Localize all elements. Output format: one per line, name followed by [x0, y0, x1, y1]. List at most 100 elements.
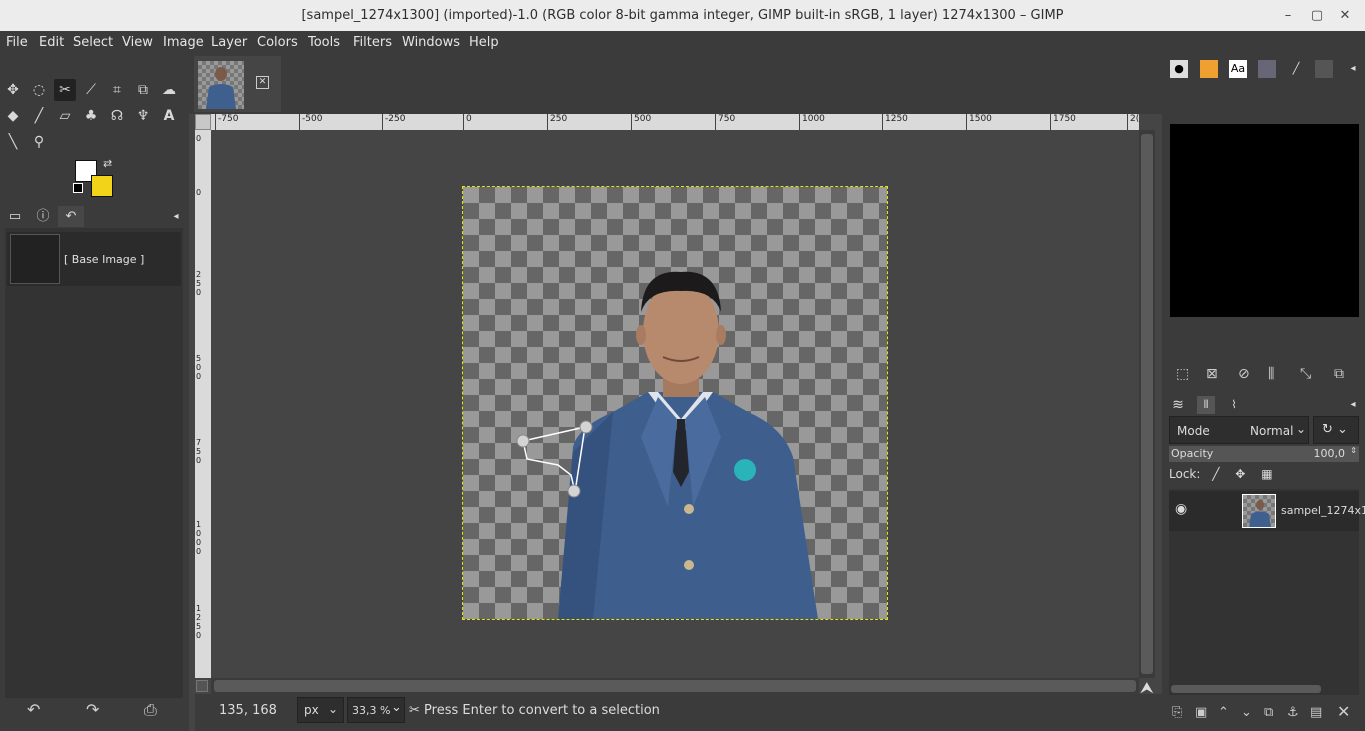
layers-scrollbar[interactable]: [1169, 683, 1359, 695]
menu-windows[interactable]: Windows: [402, 35, 460, 50]
layer-mode-select[interactable]: Mode Normal ⌄: [1169, 416, 1309, 444]
menu-filters[interactable]: Filters: [353, 35, 392, 50]
undo-history-tab-icon[interactable]: ↶: [58, 206, 84, 227]
image-layer[interactable]: [462, 186, 888, 620]
status-message-text: Press Enter to convert to a selection: [424, 703, 660, 718]
paint-dynamics-tab-icon[interactable]: ╱: [1287, 60, 1305, 78]
bucket-fill-icon[interactable]: ◆: [2, 105, 24, 127]
duplicate-layer-icon[interactable]: ⧉: [1264, 705, 1273, 720]
clone-icon[interactable]: ♣: [80, 105, 102, 127]
chevron-down-icon: ⌄: [1337, 422, 1348, 437]
undo-icon[interactable]: ↶: [27, 700, 40, 719]
delete-layer-icon[interactable]: ✕: [1337, 702, 1350, 721]
menu-image[interactable]: Image: [163, 35, 204, 50]
layer-mask-icon[interactable]: ▤: [1310, 705, 1322, 720]
vertical-scrollbar[interactable]: [1139, 130, 1155, 678]
zoom-out-nav-icon[interactable]: ⬚: [1176, 366, 1189, 382]
scissors-select-icon[interactable]: ✂: [54, 79, 76, 101]
fuzzy-select-icon[interactable]: ⟋: [80, 79, 102, 101]
new-layer-icon[interactable]: ⎘: [1172, 705, 1182, 720]
warp-icon[interactable]: ☁: [158, 79, 180, 101]
layers-tab-icon[interactable]: ≋: [1169, 396, 1187, 414]
lock-position-icon[interactable]: ✥: [1235, 467, 1245, 481]
zoom-icon[interactable]: ⚲: [28, 131, 50, 153]
layer-thumbnail: [1242, 494, 1276, 528]
image-tab[interactable]: ✕: [194, 56, 281, 112]
smudge-icon[interactable]: ☊: [106, 105, 128, 127]
crop-icon[interactable]: ⌗: [106, 79, 128, 101]
ruler-corner-icon[interactable]: [195, 114, 211, 130]
spin-icon[interactable]: ⇕: [1350, 446, 1357, 455]
horizontal-scrollbar[interactable]: [211, 678, 1139, 694]
minimize-icon[interactable]: –: [1278, 6, 1298, 26]
paths-icon[interactable]: ♆: [132, 105, 154, 127]
undo-history-item[interactable]: [ Base Image ]: [7, 232, 181, 286]
scrollbar-thumb[interactable]: [1171, 685, 1321, 693]
maximize-icon[interactable]: ▢: [1307, 6, 1327, 26]
chevron-down-icon[interactable]: ⌄: [391, 700, 402, 715]
opacity-slider[interactable]: Opacity 100,0 ⇕: [1169, 446, 1359, 462]
image-info-tab-icon[interactable]: ⓘ: [30, 206, 56, 227]
new-layer-group-icon[interactable]: ▣: [1195, 705, 1207, 720]
menu-edit[interactable]: Edit: [39, 35, 64, 50]
patterns-tab-icon[interactable]: [1258, 60, 1276, 78]
close-window-icon[interactable]: ✕: [1335, 6, 1355, 26]
eye-icon[interactable]: ◉: [1175, 501, 1187, 517]
image-canvas[interactable]: [211, 130, 1139, 678]
brushes-tab-icon[interactable]: ●: [1170, 60, 1188, 78]
menu-help[interactable]: Help: [469, 35, 499, 50]
eraser-icon[interactable]: ▱: [54, 105, 76, 127]
anchor-layer-icon[interactable]: ⚓: [1287, 705, 1299, 720]
channels-tab-icon[interactable]: ⫴: [1197, 396, 1215, 414]
quick-mask-toggle-icon[interactable]: [196, 680, 208, 692]
unit-value: px: [304, 703, 319, 717]
fill-window-icon[interactable]: ⧉: [1334, 366, 1344, 382]
scrollbar-thumb[interactable]: [1141, 134, 1153, 674]
menu-select[interactable]: Select: [73, 35, 113, 50]
background-color-swatch[interactable]: [91, 175, 113, 197]
menu-view[interactable]: View: [122, 35, 153, 50]
lower-layer-icon[interactable]: ⌄: [1241, 705, 1252, 720]
swap-colors-icon[interactable]: ⇄: [103, 157, 112, 170]
shrink-wrap-icon[interactable]: ⤡: [1300, 366, 1311, 382]
move-tool-icon[interactable]: ✥: [2, 79, 24, 101]
menu-bar: File Edit Select View Image Layer Colors…: [0, 31, 1365, 54]
scrollbar-thumb[interactable]: [214, 680, 1136, 692]
image-tab-thumbnail: [198, 61, 244, 109]
text-tool-icon[interactable]: A: [158, 105, 180, 127]
menu-file[interactable]: File: [6, 35, 28, 50]
color-picker-icon[interactable]: ╲: [2, 131, 24, 153]
menu-tools[interactable]: Tools: [308, 35, 340, 50]
paths-tab-icon[interactable]: ⌇: [1225, 396, 1243, 414]
toolbox-dock: ✥ ◌ ✂ ⟋ ⌗ ⧉ ☁ ◆ ╱ ▱ ♣ ☊ ♆ A ╲ ⚲ ⇄ ▭ ⓘ ↶ …: [0, 54, 189, 731]
layer-row[interactable]: ◉ sampel_1274x1: [1169, 491, 1365, 531]
device-status-tab-icon[interactable]: ▭: [2, 206, 28, 227]
gradients-tab-icon[interactable]: [1200, 60, 1218, 78]
unified-transform-icon[interactable]: ⧉: [132, 79, 154, 101]
raise-layer-icon[interactable]: ⌃: [1218, 705, 1229, 720]
lock-label: Lock:: [1169, 467, 1201, 481]
redo-icon[interactable]: ↷: [86, 700, 99, 719]
zoom-100-icon[interactable]: ⫼: [1268, 366, 1274, 382]
panel-menu-icon[interactable]: ◂: [166, 206, 186, 227]
dock-menu-icon[interactable]: ◂: [1344, 396, 1362, 414]
ellipse-select-icon[interactable]: ◌: [28, 79, 50, 101]
menu-layer[interactable]: Layer: [211, 35, 247, 50]
close-tab-icon[interactable]: ✕: [256, 76, 269, 89]
menu-colors[interactable]: Colors: [257, 35, 298, 50]
zoom-fit-icon[interactable]: ⊠: [1206, 366, 1218, 382]
clear-history-icon[interactable]: ⎙: [144, 700, 157, 720]
paintbrush-icon[interactable]: ╱: [28, 105, 50, 127]
composite-mode-select[interactable]: ↻ ⌄: [1313, 416, 1359, 444]
navigation-tab-icon[interactable]: [1315, 60, 1333, 78]
unit-select[interactable]: px ⌄: [297, 697, 344, 723]
lock-pixels-icon[interactable]: ╱: [1212, 467, 1219, 481]
scissors-icon: ✂: [409, 703, 420, 718]
default-colors-icon[interactable]: [73, 183, 83, 193]
dock-menu-icon[interactable]: ◂: [1344, 60, 1362, 78]
navigation-preview[interactable]: [1170, 124, 1359, 317]
undo-item-label: [ Base Image ]: [64, 253, 145, 266]
zoom-in-nav-icon[interactable]: ⊘: [1238, 366, 1250, 382]
fonts-tab-icon[interactable]: Aa: [1229, 60, 1247, 78]
lock-alpha-icon[interactable]: ▦: [1261, 467, 1272, 481]
